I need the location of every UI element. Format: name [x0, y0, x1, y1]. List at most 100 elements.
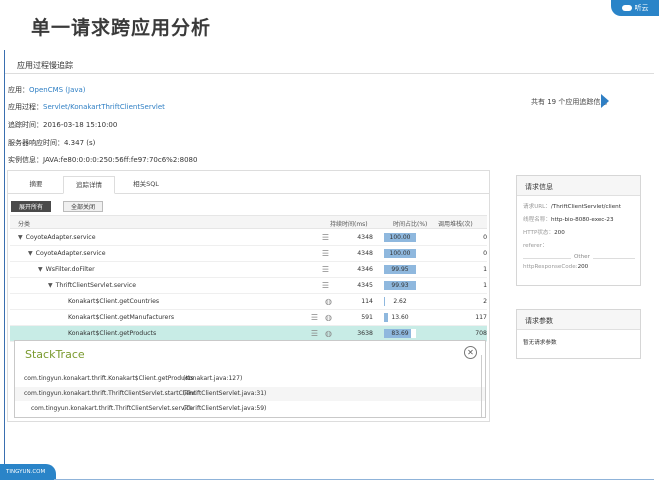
row-duration: 591	[361, 314, 373, 321]
close-icon[interactable]: ✕	[464, 346, 477, 359]
http-status-label: HTTP状态：	[523, 230, 555, 236]
left-accent-rule	[4, 50, 5, 480]
collapse-all-button[interactable]: 全部关闭	[63, 201, 104, 212]
row-duration: 4345	[357, 282, 373, 289]
col-duration: 持续时间(ms)	[330, 221, 368, 228]
percent-text: 100.00	[389, 234, 411, 241]
table-row[interactable]: ▼CoyoteAdapter.service 4348 100.00 0	[10, 230, 487, 246]
stacktrace-title: StackTrace	[25, 348, 85, 361]
percent-bar: 100.00	[384, 249, 416, 258]
brand-logo: 听云	[611, 0, 659, 16]
table-header: 分类 持续时间(ms) 时间占比(%) 调用堆栈(次)	[10, 215, 487, 229]
percent-text: 99.93	[391, 282, 409, 289]
table-row[interactable]: Konakart$Client.getCountries 114 2.62 2	[10, 294, 487, 310]
list-icon[interactable]	[321, 265, 330, 274]
globe-icon[interactable]	[324, 329, 333, 338]
row-name-text: ThriftClientServlet.service	[55, 282, 137, 289]
info-time: 追踪时间：2016-03-18 15:10:00	[8, 120, 117, 130]
referer-label: referer：	[523, 243, 548, 249]
row-count: 0	[483, 250, 487, 257]
tab-related-sql[interactable]: 相关SQL	[120, 176, 172, 194]
row-name: ▼ WsFilter.doFilter	[38, 266, 95, 273]
stacktrace-method: com.tingyun.konakart.thrift.ThriftClient…	[24, 390, 196, 397]
stacktrace-line: com.tingyun.konakart.thrift.Konakart$Cli…	[15, 372, 485, 386]
row-name-text: CoyoteAdapter.service	[25, 234, 96, 241]
request-info-title: 请求信息	[517, 176, 640, 196]
info-process: 应用过程：Servlet/KonakartThriftClientServlet	[8, 102, 165, 112]
row-name-text: Konakart$Client.getCountries	[68, 298, 160, 305]
row-name: Konakart$Client.getManufacturers	[68, 314, 174, 321]
info-response: 服务器响应时间：4.347 (s)	[8, 138, 95, 148]
info-app-link[interactable]: OpenCMS (Java)	[29, 86, 86, 94]
table-row[interactable]: Konakart$Client.getManufacturers 591 13.60…	[10, 310, 487, 326]
list-icon[interactable]	[321, 233, 330, 242]
caret-down-icon[interactable]: ▼	[38, 266, 43, 273]
info-instance: 实例信息：JAVA:fe80:0:0:0:250:56ff:fe97:70c6%…	[8, 155, 197, 165]
list-icon[interactable]	[310, 329, 319, 338]
info-response-label: 服务器响应时间：	[8, 139, 64, 147]
other-label: Other	[571, 254, 593, 260]
request-url-label: 请求URL：	[523, 204, 551, 210]
row-duration: 4346	[357, 266, 373, 273]
globe-icon[interactable]	[324, 313, 333, 322]
referer: referer：	[523, 241, 548, 249]
row-name-text: WsFilter.doFilter	[45, 266, 95, 273]
brand-name: 听云	[634, 4, 649, 12]
row-name: ▼ CoyoteAdapter.service	[18, 234, 96, 241]
subtitle: 应用过程慢追踪	[17, 61, 73, 70]
row-name: Konakart$Client.getProducts	[68, 330, 156, 337]
info-instance-label: 实例信息：	[8, 156, 43, 164]
stacktrace-file: (ThriftClientServlet.java:59)	[183, 405, 267, 412]
http-response-code: httpResponseCode:200	[523, 264, 588, 270]
info-process-link[interactable]: Servlet/KonakartThriftClientServlet	[43, 103, 165, 111]
list-icon[interactable]	[321, 249, 330, 258]
stacktrace-line: com.tingyun.konakart.thrift.ThriftClient…	[15, 387, 485, 401]
percent-bar: 2.62	[384, 297, 416, 306]
http-status: HTTP状态：200	[523, 228, 565, 236]
stacktrace-method: com.tingyun.konakart.thrift.ThriftClient…	[31, 405, 194, 412]
caret-down-icon[interactable]: ▼	[18, 234, 23, 241]
http-status-value: 200	[554, 230, 565, 236]
thread-name: 线程名称：http-bio-8080-exec-23	[523, 215, 614, 223]
stacktrace-line: com.tingyun.konakart.thrift.ThriftClient…	[15, 402, 485, 416]
footer-site[interactable]: TINGYUN.COM	[0, 464, 56, 480]
row-count: 2	[483, 298, 487, 305]
row-name-text: Konakart$Client.getManufacturers	[68, 314, 175, 321]
stacktrace-file: (ThriftClientServlet.java:31)	[183, 390, 267, 397]
list-icon[interactable]	[321, 281, 330, 290]
info-time-value: 2016-03-18 15:10:00	[43, 121, 118, 129]
next-arrow-icon[interactable]	[601, 94, 609, 108]
subtitle-bar: 应用过程慢追踪	[5, 54, 654, 74]
stacktrace-scrollbar[interactable]	[481, 355, 482, 417]
stacktrace-panel: StackTrace ✕ com.tingyun.konakart.thrift…	[14, 340, 486, 418]
table-row[interactable]: ▼ThriftClientServlet.service 4345 99.93 1	[10, 278, 487, 294]
http-response-code-value: 200	[577, 264, 589, 270]
stacktrace-method: com.tingyun.konakart.thrift.Konakart$Cli…	[24, 375, 194, 382]
percent-bar: 13.60	[384, 313, 416, 322]
info-app: 应用：OpenCMS (Java)	[8, 85, 86, 95]
list-icon[interactable]	[310, 313, 319, 322]
info-instance-value: JAVA:fe80:0:0:0:250:56ff:fe97:70c6%2:808…	[43, 156, 198, 164]
row-count: 0	[483, 234, 487, 241]
globe-icon[interactable]	[324, 297, 333, 306]
request-params-title: 请求参数	[517, 310, 640, 330]
row-name-text: Konakart$Client.getProducts	[68, 330, 157, 337]
request-params-panel: 请求参数 暂无请求参数	[516, 309, 641, 359]
info-app-label: 应用：	[8, 86, 29, 94]
thread-name-value: http-bio-8080-exec-23	[550, 217, 614, 223]
tab-trace-detail[interactable]: 追踪详情	[63, 176, 115, 194]
row-count: 708	[475, 330, 487, 337]
percent-bar: 99.95	[384, 265, 416, 274]
caret-down-icon[interactable]: ▼	[28, 250, 33, 257]
request-url: 请求URL：/ThriftClientServlet/client	[523, 202, 621, 210]
caret-down-icon[interactable]: ▼	[48, 282, 53, 289]
col-percent: 时间占比(%)	[393, 221, 428, 228]
row-name: ▼ CoyoteAdapter.service	[28, 250, 106, 257]
percent-text: 2.62	[393, 298, 407, 305]
header: 单一请求跨应用分析 听云	[0, 0, 659, 48]
table-row[interactable]: ▼WsFilter.doFilter 4346 99.95 1	[10, 262, 487, 278]
table-row[interactable]: ▼CoyoteAdapter.service 4348 100.00 0	[10, 246, 487, 262]
info-process-label: 应用过程：	[8, 103, 43, 111]
expand-all-button[interactable]: 展开所有	[11, 201, 52, 212]
tab-summary[interactable]: 摘要	[18, 176, 54, 194]
